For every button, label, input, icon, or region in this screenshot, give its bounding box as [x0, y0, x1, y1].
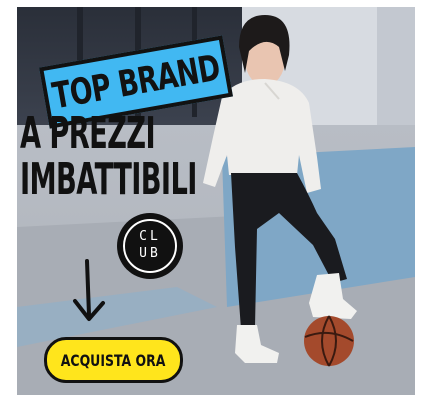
club-logo-letters: CL UB: [117, 228, 183, 262]
cta-label: ACQUISTA ORA: [61, 350, 166, 370]
club-logo-icon: CL UB: [117, 213, 183, 279]
tagline-line-2: IMBATTIBILI: [20, 154, 197, 205]
down-arrow-icon: [73, 259, 105, 321]
acquista-ora-button[interactable]: ACQUISTA ORA: [44, 337, 183, 383]
club-logo-bottom: UB: [139, 246, 161, 261]
tagline: A PREZZI IMBATTIBILI: [20, 111, 197, 203]
ad-banner[interactable]: TOP BRAND A PREZZI IMBATTIBILI CL UB ACQ…: [17, 7, 415, 395]
tagline-line-1: A PREZZI: [20, 108, 156, 159]
club-logo-top: CL: [139, 229, 161, 244]
